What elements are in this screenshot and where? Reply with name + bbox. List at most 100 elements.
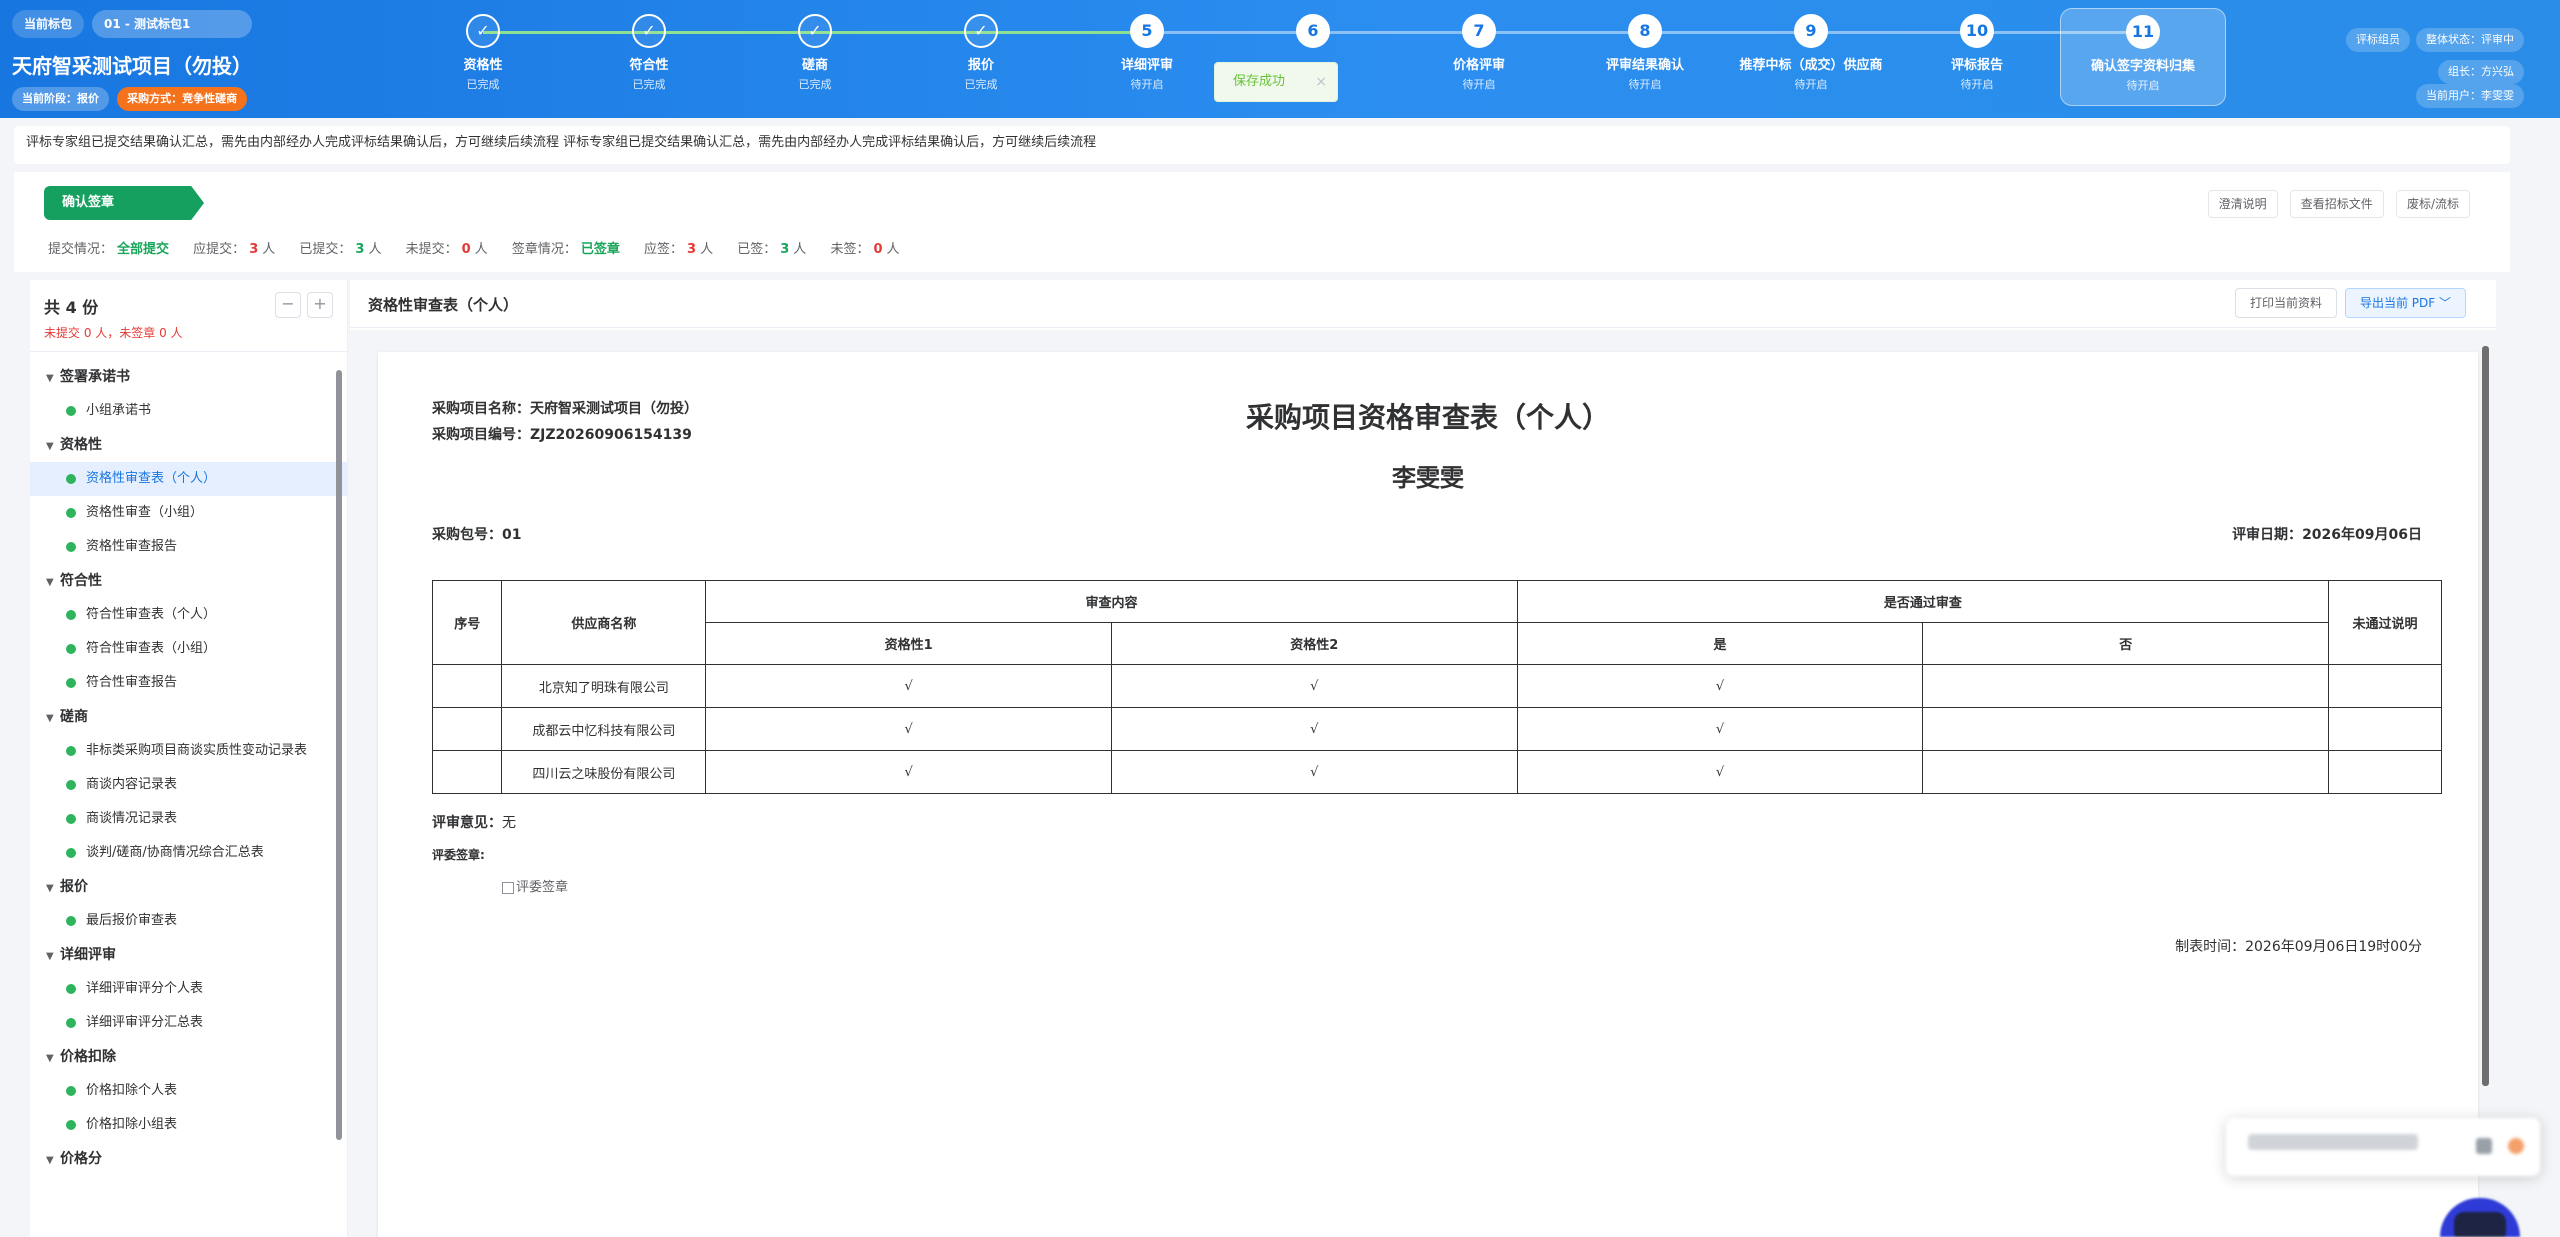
tree-item[interactable]: 价格扣除小组表	[30, 1108, 347, 1142]
check-mark: √	[705, 707, 1112, 751]
item-label: 商谈内容记录表	[86, 777, 178, 792]
tree-item[interactable]: 非标类采购项目商谈实质性变动记录表	[30, 734, 347, 768]
step-6[interactable]: 6	[1230, 8, 1396, 54]
step-status: 待开启	[1628, 78, 1662, 91]
tree-item[interactable]: 符合性审查表（个人）	[30, 598, 347, 632]
status-dot	[66, 779, 76, 790]
status-dot	[66, 847, 76, 858]
tree-item[interactable]: 符合性审查报告	[30, 666, 347, 700]
print-button[interactable]: 打印当前资料	[2234, 288, 2337, 318]
tree-item[interactable]: 资格性审查（小组）	[30, 496, 347, 530]
tree-item-selected[interactable]: 资格性审查表（个人）	[30, 462, 347, 496]
item-label: 符合性审查表（小组）	[86, 641, 217, 656]
close-icon[interactable]: ×	[1315, 63, 1327, 101]
step-7[interactable]: 7 价格评审 待开启	[1396, 8, 1562, 92]
tree-group[interactable]: ▼ 报价	[30, 870, 347, 904]
tree-item[interactable]: 最后报价审查表	[30, 904, 347, 938]
sidebar-scrollbar[interactable]	[336, 360, 344, 1145]
step-2[interactable]: ✓ 符合性 已完成	[566, 8, 732, 92]
tree-group[interactable]: ▼ 磋商	[30, 700, 347, 734]
tree-item[interactable]: 商谈内容记录表	[30, 768, 347, 802]
stat-value: 3	[355, 242, 365, 257]
export-pdf-button[interactable]: 导出当前 PDF ﹀	[2344, 288, 2466, 318]
step-1[interactable]: ✓ 资格性 已完成	[400, 8, 566, 92]
col-header: 是	[1516, 622, 1924, 665]
tree-item[interactable]: 谈判/磋商/协商情况综合汇总表	[30, 836, 347, 870]
stat-value: 已签章	[580, 242, 620, 257]
step-3[interactable]: ✓ 磋商 已完成	[732, 8, 898, 92]
item-label: 详细评审评分个人表	[86, 981, 204, 996]
tree-group[interactable]: ▼ 价格分	[30, 1142, 347, 1176]
collapse-all-button[interactable]: −	[275, 292, 301, 318]
expand-all-button[interactable]: +	[307, 292, 333, 318]
stat-unit: 人	[262, 242, 276, 257]
step-status: 已完成	[466, 78, 500, 91]
confirm-sign-tab[interactable]: 确认签章	[44, 186, 204, 220]
check-icon: ✓	[798, 14, 832, 48]
tree-item[interactable]: 详细评审评分个人表	[30, 972, 347, 1006]
project-title: 天府智采测试项目（勿投）	[12, 54, 252, 78]
package-selector[interactable]: 01 - 测试标包1	[92, 10, 253, 38]
floating-chat-widget[interactable]	[2226, 1118, 2540, 1176]
stat-value: 全部提交	[117, 242, 170, 257]
check-mark: √	[1110, 664, 1518, 708]
cell-no	[431, 750, 503, 794]
check-mark: √	[705, 750, 1112, 794]
check-mark: √	[1110, 750, 1518, 794]
table-row: 成都云中忆科技有限公司 √ √ √	[431, 707, 2442, 751]
item-label: 商谈情况记录表	[86, 811, 178, 826]
step-10[interactable]: 10 评标报告 待开启	[1894, 8, 2060, 92]
viewer-title: 资格性审查表（个人）	[368, 296, 519, 314]
viewer-header: 资格性审查表（个人） 打印当前资料 导出当前 PDF ﹀	[350, 280, 2496, 328]
package-number: 01	[502, 527, 522, 543]
group-label: 报价	[60, 879, 88, 895]
tree-group[interactable]: ▼ 价格扣除	[30, 1040, 347, 1074]
group-label: 符合性	[60, 573, 102, 589]
step-number: 6	[1296, 14, 1330, 48]
meta-label: 采购项目编号：	[432, 427, 530, 443]
sign-label: 评委签章:	[432, 848, 485, 862]
tree-item[interactable]: 详细评审评分汇总表	[30, 1006, 347, 1040]
status-dot	[66, 1119, 76, 1130]
tree-item[interactable]: 符合性审查表（小组）	[30, 632, 347, 666]
step-status: 待开启	[1462, 78, 1496, 91]
step-4[interactable]: ✓ 报价 已完成	[898, 8, 1064, 92]
tree-group[interactable]: ▼ 签署承诺书	[30, 360, 347, 394]
step-9[interactable]: 9 推荐中标（成交）供应商 待开启	[1728, 8, 1894, 92]
stat-label: 应提交：	[193, 242, 246, 257]
table-row: 四川云之味股份有限公司 √ √ √	[431, 750, 2442, 794]
cell-no-pass	[1922, 664, 2330, 708]
scrollbar-thumb[interactable]	[336, 370, 342, 1140]
stat-unit: 人	[368, 242, 382, 257]
scrollbar-thumb[interactable]	[2482, 346, 2489, 1086]
tree-item[interactable]: 小组承诺书	[30, 394, 347, 428]
close-icon[interactable]	[2508, 1138, 2524, 1154]
meta-label: 采购包号：	[432, 527, 502, 543]
tree-group[interactable]: ▼ 符合性	[30, 564, 347, 598]
doc-scrollbar[interactable]	[2482, 338, 2490, 1228]
step-number: 7	[1462, 14, 1496, 48]
step-status: 待开启	[1130, 78, 1164, 91]
status-dot	[66, 745, 76, 756]
tree-group[interactable]: ▼ 详细评审	[30, 938, 347, 972]
abandon-bid-button[interactable]: 废标/流标	[2395, 190, 2470, 218]
clarify-button[interactable]: 澄清说明	[2207, 190, 2278, 218]
step-11[interactable]: 11 确认签字资料归集 待开启	[2060, 8, 2226, 106]
caret-down-icon: ▼	[46, 577, 54, 588]
view-tender-doc-button[interactable]: 查看招标文件	[2289, 190, 2384, 218]
item-label: 最后报价审查表	[86, 913, 178, 928]
item-label: 符合性审查报告	[86, 675, 178, 690]
step-number: 10	[1960, 14, 1994, 48]
step-8[interactable]: 8 评审结果确认 待开启	[1562, 8, 1728, 92]
stat-label: 提交情况：	[48, 242, 114, 257]
tree-item[interactable]: 商谈情况记录表	[30, 802, 347, 836]
doc-viewer: 资格性审查表（个人） 打印当前资料 导出当前 PDF ﹀ 采购项目资格审查表（个人…	[350, 280, 2496, 1237]
tree-item[interactable]: 价格扣除个人表	[30, 1074, 347, 1108]
step-5[interactable]: 5 详细评审 待开启	[1064, 8, 1230, 92]
group-label: 签署承诺书	[60, 369, 130, 385]
tree-item[interactable]: 资格性审查报告	[30, 530, 347, 564]
cell-no-pass	[1922, 707, 2330, 751]
tree-group[interactable]: ▼ 资格性	[30, 428, 347, 462]
stat-label: 已提交：	[299, 242, 352, 257]
chat-icon[interactable]	[2476, 1138, 2492, 1154]
